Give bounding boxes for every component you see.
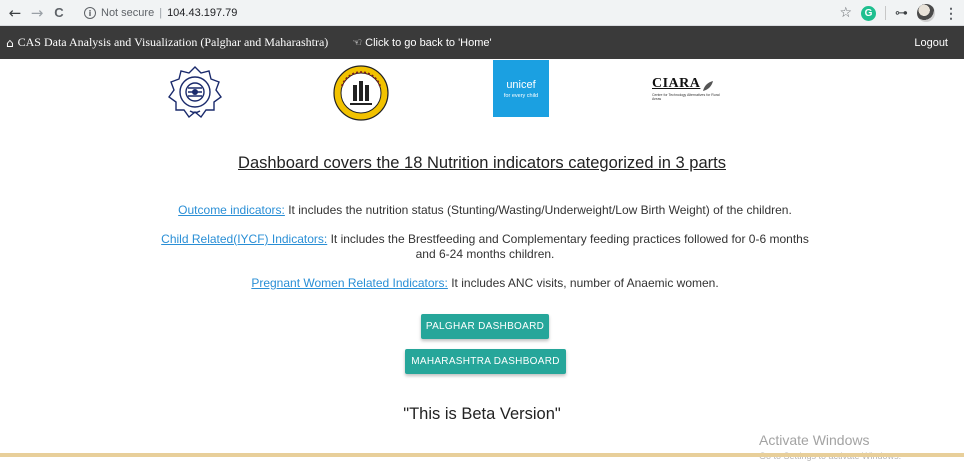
key-extension-icon[interactable]: ⊶ <box>895 6 908 21</box>
browser-toolbar: ← → C i Not secure | 104.43.197.79 ☆ G ⊶… <box>0 0 964 26</box>
state-emblem-logo <box>333 65 389 121</box>
address-bar[interactable]: i Not secure | 104.43.197.79 <box>84 3 864 23</box>
palghar-dashboard-button[interactable]: PALGHAR DASHBOARD <box>421 314 549 339</box>
indicator-outcome: Outcome indicators: It includes the nutr… <box>150 203 820 218</box>
ciara-logo: CIARA Centre for Technology Alternatives… <box>652 76 722 102</box>
logout-link[interactable]: Logout <box>914 37 948 49</box>
reload-icon[interactable]: C <box>48 2 70 24</box>
partner-logos: unicef for every child CIARA Centre for … <box>0 60 964 121</box>
indicator-child: Child Related(IYCF) Indicators: It inclu… <box>150 232 820 262</box>
brand-title: CAS Data Analysis and Visualization (Pal… <box>17 35 329 49</box>
info-icon[interactable]: i <box>84 7 96 19</box>
unicef-logo: unicef for every child <box>493 60 549 117</box>
pregnant-indicators-link[interactable]: Pregnant Women Related Indicators: <box>251 276 448 290</box>
back-home-link[interactable]: ☜ Click to go back to 'Home' <box>352 36 491 49</box>
grammarly-extension-icon[interactable]: G <box>861 5 876 21</box>
unicef-wordmark: unicef <box>506 78 536 91</box>
activate-windows-watermark: Activate Windows <box>759 432 870 448</box>
bottom-bar <box>0 453 964 457</box>
child-indicators-description: It includes the Brestfeeding and Complem… <box>327 232 809 261</box>
page-heading-text: Dashboard covers the 18 Nutrition indica… <box>238 154 726 172</box>
pregnant-indicators-description: It includes ANC visits, number of Anaemi… <box>447 276 719 290</box>
browser-menu-icon[interactable]: ⋮ <box>944 5 958 22</box>
bookmark-star-icon[interactable]: ☆ <box>839 5 852 21</box>
iit-bombay-logo <box>168 66 222 119</box>
leaf-icon <box>703 81 714 91</box>
security-label: Not secure <box>101 7 155 19</box>
home-icon: ⌂ <box>6 35 14 50</box>
profile-avatar[interactable] <box>917 4 935 22</box>
ciara-tagline: Centre for Technology Alternatives for R… <box>652 93 720 101</box>
unicef-tagline: for every child <box>503 92 539 99</box>
indicator-pregnant: Pregnant Women Related Indicators: It in… <box>150 276 820 291</box>
child-indicators-link[interactable]: Child Related(IYCF) Indicators: <box>161 232 327 246</box>
url-separator: | <box>159 7 163 19</box>
outcome-indicators-link[interactable]: Outcome indicators: <box>178 203 285 217</box>
brand-link[interactable]: ⌂ CAS Data Analysis and Visualization (P… <box>6 35 328 50</box>
forward-icon[interactable]: → <box>26 2 48 24</box>
beta-notice: "This is Beta Version" <box>403 405 561 423</box>
back-home-label: Click to go back to 'Home' <box>365 36 492 49</box>
url-text[interactable]: 104.43.197.79 <box>167 7 237 19</box>
app-navbar: ⌂ CAS Data Analysis and Visualization (P… <box>0 26 964 59</box>
outcome-indicators-description: It includes the nutrition status (Stunti… <box>284 203 792 217</box>
page-heading: Dashboard covers the 18 Nutrition indica… <box>0 154 964 173</box>
ciara-wordmark: CIARA <box>652 76 701 91</box>
back-icon[interactable]: ← <box>4 2 26 24</box>
pointing-hand-icon: ☜ <box>352 36 363 49</box>
toolbar-divider <box>885 6 886 20</box>
maharashtra-dashboard-button[interactable]: MAHARASHTRA DASHBOARD <box>405 349 566 374</box>
browser-actions: ☆ G ⊶ ⋮ <box>839 3 958 23</box>
